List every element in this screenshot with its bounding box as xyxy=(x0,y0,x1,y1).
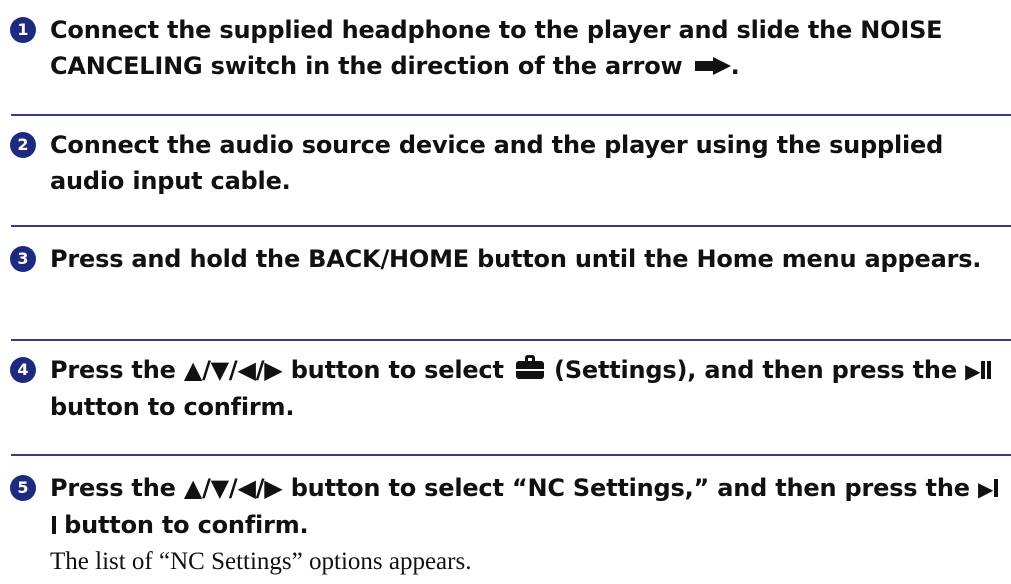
step-number-3: 3 xyxy=(10,246,36,272)
right-arrow-icon xyxy=(694,57,731,75)
step-4-text: Press the ▲/▼/◀/▶ button to select (Sett… xyxy=(50,352,1000,425)
step-number-2: 2 xyxy=(10,132,36,158)
step-4-text-a: Press the ▲/▼/◀/▶ button to select xyxy=(50,356,504,384)
step-5-text-c: button to confirm. xyxy=(64,511,309,539)
instruction-page: 1 Connect the supplied headphone to the … xyxy=(0,0,1011,584)
separator-1 xyxy=(11,114,1011,116)
step-5-text: Press the ▲/▼/◀/▶ button to select “NC S… xyxy=(50,470,1000,543)
separator-3 xyxy=(11,339,1011,341)
suitcase-settings-icon xyxy=(515,355,544,379)
separator-4 xyxy=(11,454,1011,456)
separator-2 xyxy=(11,225,1011,227)
step-number-4: 4 xyxy=(10,357,36,383)
step-3-text: Press and hold the BACK/HOME button unti… xyxy=(50,245,982,273)
step-4-text-b: (Settings), and then press the xyxy=(554,356,957,384)
step-1-text-b: . xyxy=(730,52,740,80)
step-number-1: 1 xyxy=(10,17,36,43)
step-1-text: Connect the supplied headphone to the pl… xyxy=(50,12,1000,84)
step-number-5: 5 xyxy=(10,475,36,501)
result-text: The list of “NC Settings” options appear… xyxy=(50,548,472,575)
step-1-text-a: Connect the supplied headphone to the pl… xyxy=(50,16,943,80)
step-5-text-a: Press the ▲/▼/◀/▶ button to select “NC S… xyxy=(50,474,970,502)
step-4-text-c: button to confirm. xyxy=(50,393,295,421)
step-2-text: Connect the audio source device and the … xyxy=(50,131,944,195)
play-pause-icon: ▶ xyxy=(965,356,992,384)
